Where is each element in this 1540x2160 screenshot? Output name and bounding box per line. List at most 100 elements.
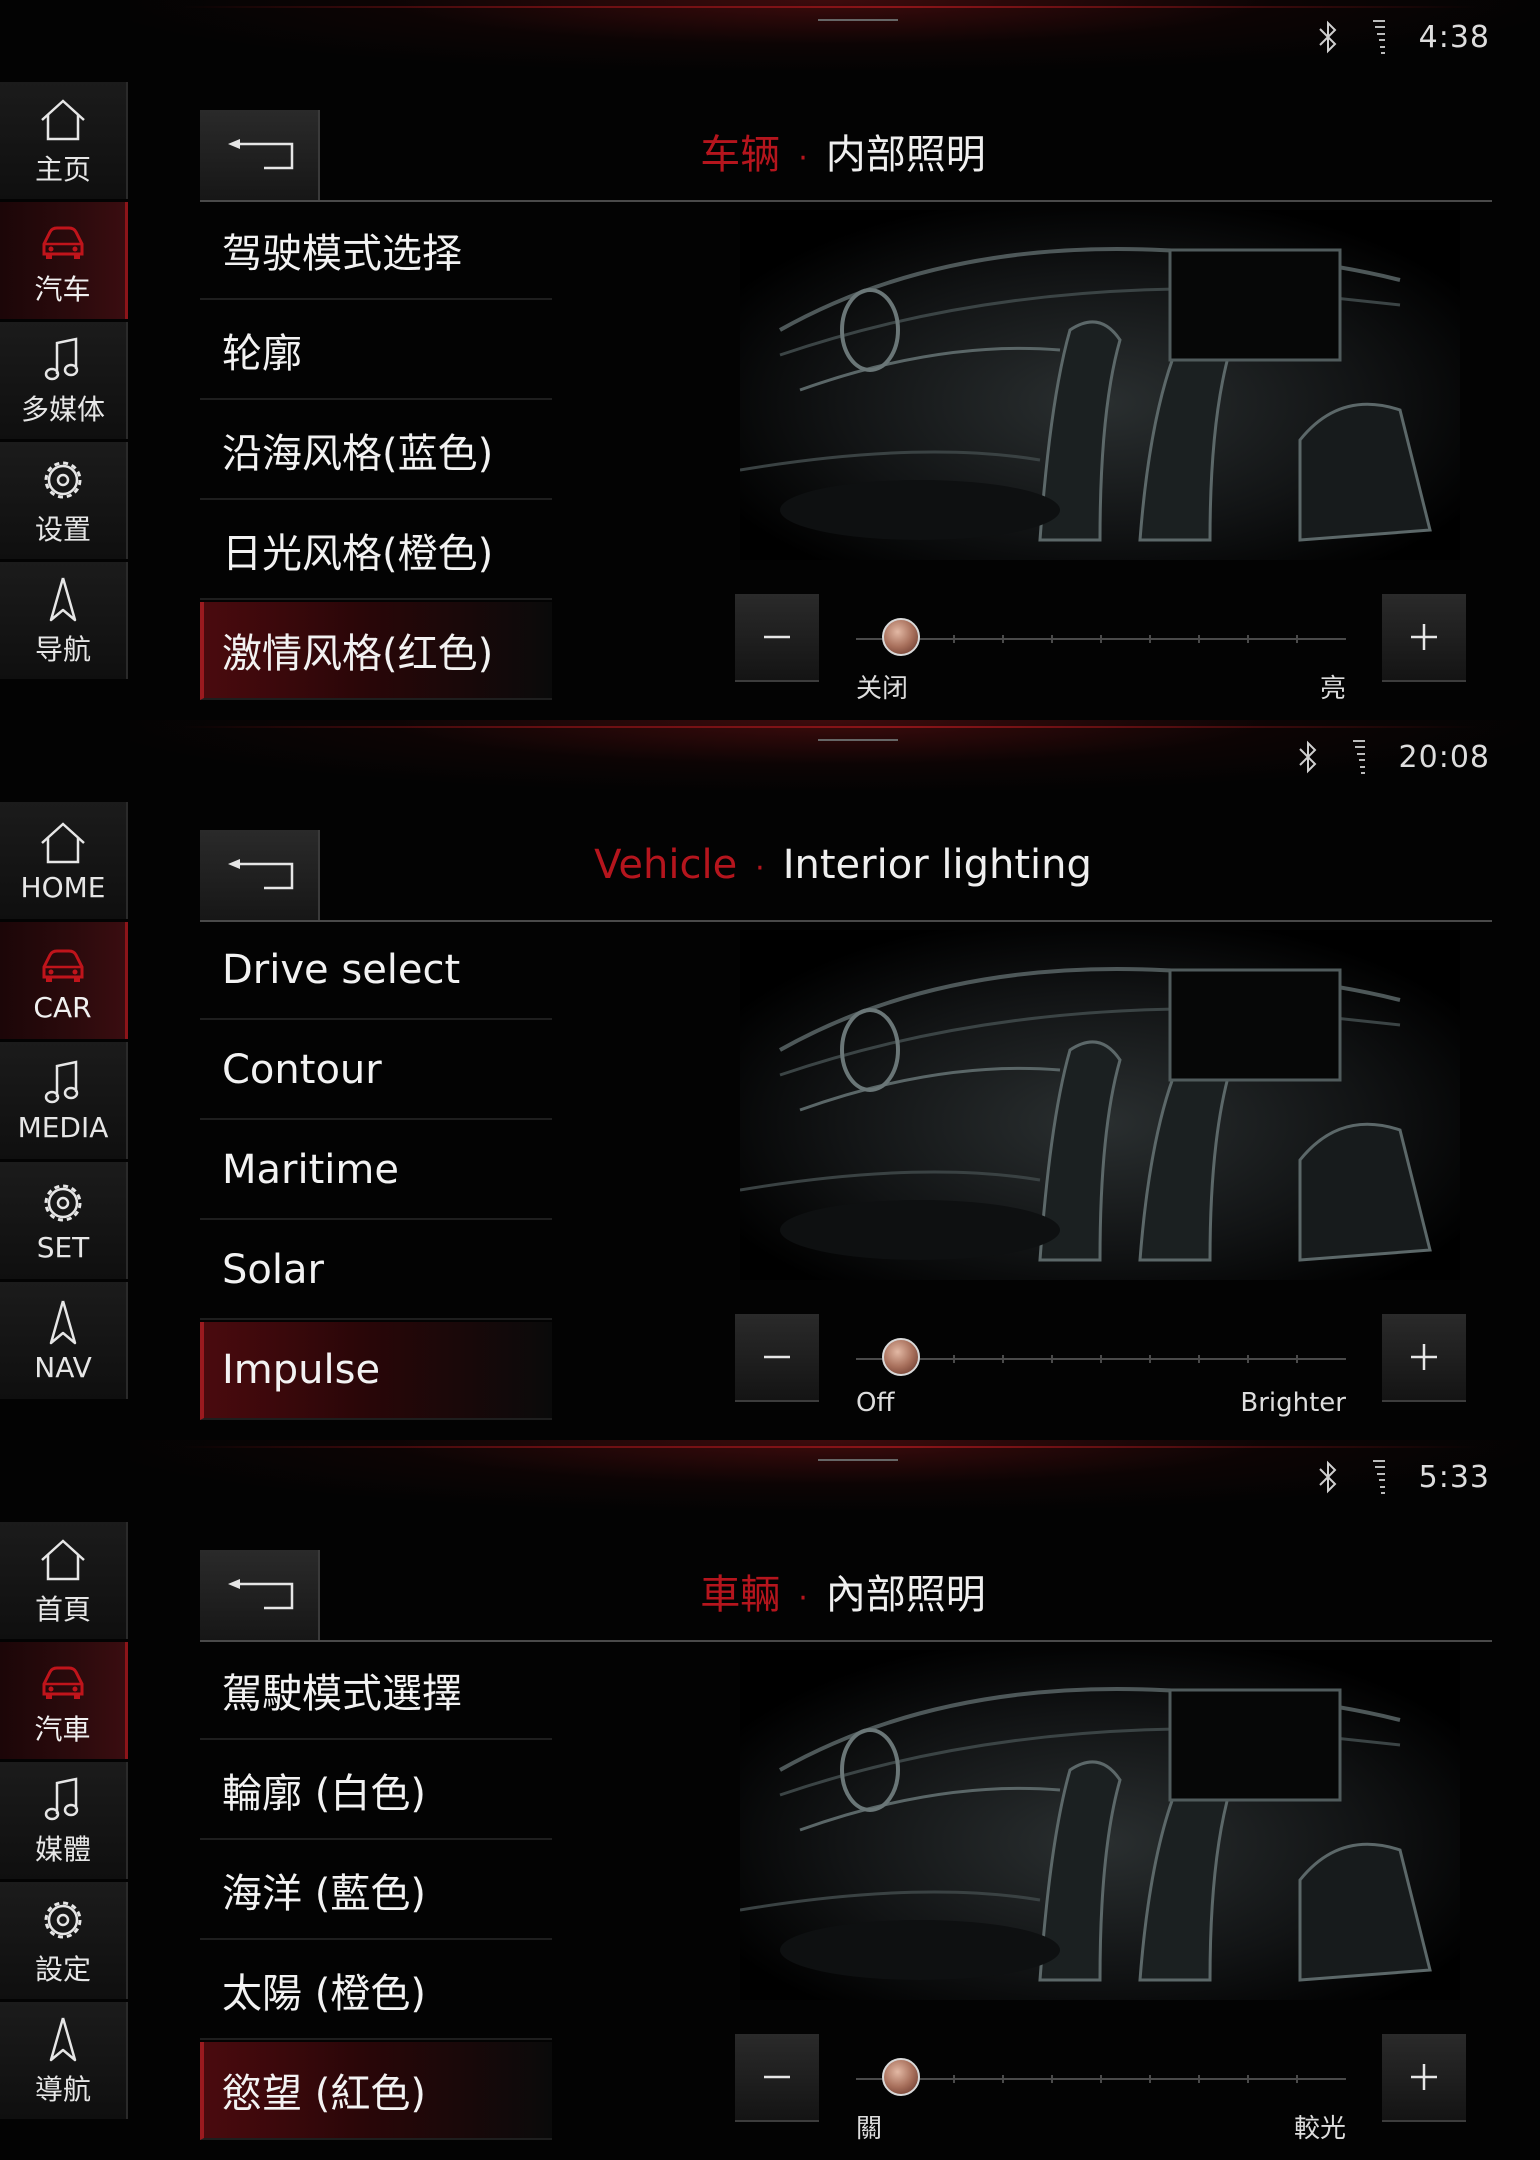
nav-item-navigation[interactable]: 導航 (0, 2002, 128, 2119)
music-note-icon (44, 1060, 79, 1104)
nav-label: NAV (34, 1351, 92, 1384)
nav-label: 主页 (34, 152, 91, 186)
back-button[interactable] (200, 110, 320, 202)
nav-item-home[interactable]: HOME (0, 802, 128, 919)
slider-min-label: 关闭 (856, 674, 909, 704)
brightness-slider-track[interactable] (856, 635, 1346, 643)
brightness-slider-track[interactable] (856, 1355, 1346, 1363)
nav-item-home[interactable]: 主页 (0, 82, 128, 199)
nav-label: 導航 (34, 2072, 91, 2106)
back-arrow-icon (228, 1579, 294, 1610)
menu-item-solar[interactable]: 太陽 (橙色) (200, 1942, 552, 2040)
brightness-slider-track[interactable] (856, 2075, 1346, 2083)
nav-label: 设置 (34, 512, 91, 546)
breadcrumb-separator: · (798, 1581, 808, 1616)
breadcrumb-vehicle[interactable]: 车辆 (700, 132, 780, 178)
menu-item-maritime[interactable]: Maritime (200, 1122, 552, 1220)
decrease-brightness-button[interactable] (735, 1314, 819, 1402)
sidebar-nav: 首頁 汽車 媒體 設定 導航 (0, 1522, 128, 2122)
top-accent-line (180, 726, 1480, 728)
brightness-slider-handle[interactable] (882, 2058, 920, 2096)
car-icon (42, 1666, 83, 1699)
lighting-menu: 駕駛模式選擇 輪廓 (白色) 海洋 (藍色) 太陽 (橙色) 慾望 (紅色) (200, 1642, 552, 2142)
increase-brightness-button[interactable] (1382, 594, 1466, 682)
decrease-brightness-button[interactable] (735, 594, 819, 682)
breadcrumb-current: 内部照明 (825, 132, 986, 178)
nav-item-home[interactable]: 首頁 (0, 1522, 128, 1639)
nav-item-media[interactable]: 媒體 (0, 1762, 128, 1879)
gear-icon (44, 1901, 82, 1938)
bluetooth-icon (1298, 740, 1316, 774)
nav-label: SET (36, 1231, 90, 1264)
menu-item-maritime[interactable]: 海洋 (藍色) (200, 1842, 552, 1940)
bluetooth-icon (1318, 20, 1337, 54)
breadcrumb-current: Interior lighting (782, 842, 1092, 888)
minus-icon (764, 1355, 790, 1359)
nav-item-car[interactable]: 汽車 (0, 1642, 128, 1759)
menu-item-drive-select[interactable]: Drive select (200, 922, 552, 1020)
back-button[interactable] (200, 830, 320, 922)
car-interior-image (740, 930, 1460, 1280)
increase-brightness-button[interactable] (1382, 1314, 1466, 1402)
top-accent-line (180, 1446, 1480, 1448)
menu-item-impulse[interactable]: 慾望 (紅色) (200, 2042, 552, 2140)
menu-item-impulse[interactable]: Impulse (200, 1322, 552, 1420)
music-note-icon (44, 1776, 79, 1820)
back-button[interactable] (200, 1550, 320, 1642)
breadcrumb-separator: · (798, 141, 808, 176)
car-interior-image (740, 1650, 1460, 2000)
increase-brightness-button[interactable] (1382, 2034, 1466, 2122)
nav-item-navigation[interactable]: 导航 (0, 562, 128, 679)
slider-max-label: 較光 (1293, 2114, 1346, 2144)
gear-icon (44, 1184, 82, 1222)
car-interior-image (740, 210, 1460, 560)
back-arrow-icon (228, 139, 294, 170)
lighting-menu: Drive select Contour Maritime Solar Impu… (200, 922, 552, 1422)
pull-down-handle[interactable] (818, 1459, 898, 1461)
menu-item-drive-select[interactable]: 驾驶模式选择 (200, 202, 552, 300)
home-icon (41, 1538, 85, 1580)
brightness-slider-handle[interactable] (882, 1338, 920, 1376)
navigation-arrow-icon (49, 1300, 77, 1345)
nav-item-navigation[interactable]: NAV (0, 1282, 128, 1399)
menu-item-solar[interactable]: 日光风格(橙色) (200, 502, 552, 600)
menu-item-drive-select[interactable]: 駕駛模式選擇 (200, 1642, 552, 1740)
brightness-slider-handle[interactable] (882, 618, 920, 656)
breadcrumb-current: 內部照明 (825, 1572, 986, 1618)
home-icon (41, 822, 85, 864)
decrease-brightness-button[interactable] (735, 2034, 819, 2122)
menu-item-contour[interactable]: Contour (200, 1022, 552, 1120)
screen-panel-2: 20:08 HOME CAR MEDIA SET NAV Vehicle · I… (0, 720, 1540, 1440)
nav-item-settings[interactable]: SET (0, 1162, 128, 1279)
breadcrumb-separator: · (755, 851, 765, 886)
minus-icon (764, 635, 790, 639)
menu-item-impulse[interactable]: 激情风格(红色) (200, 602, 552, 700)
nav-label: CAR (33, 991, 92, 1024)
plus-icon (1411, 2064, 1437, 2090)
pull-down-handle[interactable] (818, 739, 898, 741)
menu-item-solar[interactable]: Solar (200, 1222, 552, 1320)
lighting-menu: 驾驶模式选择 轮廓 沿海风格(蓝色) 日光风格(橙色) 激情风格(红色) (200, 202, 552, 702)
nav-label: MEDIA (17, 1111, 109, 1144)
page-title: 車輛 · 內部照明 (318, 1562, 1368, 1620)
pull-down-handle[interactable] (818, 19, 898, 21)
gear-icon (44, 461, 82, 498)
menu-item-maritime[interactable]: 沿海风格(蓝色) (200, 402, 552, 500)
top-accent-line (180, 6, 1480, 8)
nav-item-car[interactable]: CAR (0, 922, 128, 1039)
breadcrumb-vehicle[interactable]: 車輛 (700, 1572, 780, 1618)
nav-item-media[interactable]: 多媒体 (0, 322, 128, 439)
nav-item-car[interactable]: 汽车 (0, 202, 128, 319)
home-icon (41, 98, 85, 140)
nav-item-settings[interactable]: 设置 (0, 442, 128, 559)
slider-min-label: 關 (856, 2114, 883, 2144)
menu-item-contour[interactable]: 轮廓 (200, 302, 552, 400)
nav-label: 設定 (34, 1952, 91, 1986)
menu-item-contour[interactable]: 輪廓 (白色) (200, 1742, 552, 1840)
nav-item-settings[interactable]: 設定 (0, 1882, 128, 1999)
sidebar-nav: HOME CAR MEDIA SET NAV (0, 802, 128, 1402)
breadcrumb-vehicle[interactable]: Vehicle (594, 842, 737, 888)
plus-icon (1411, 1344, 1437, 1370)
signal-strength-icon (1372, 20, 1385, 54)
nav-item-media[interactable]: MEDIA (0, 1042, 128, 1159)
